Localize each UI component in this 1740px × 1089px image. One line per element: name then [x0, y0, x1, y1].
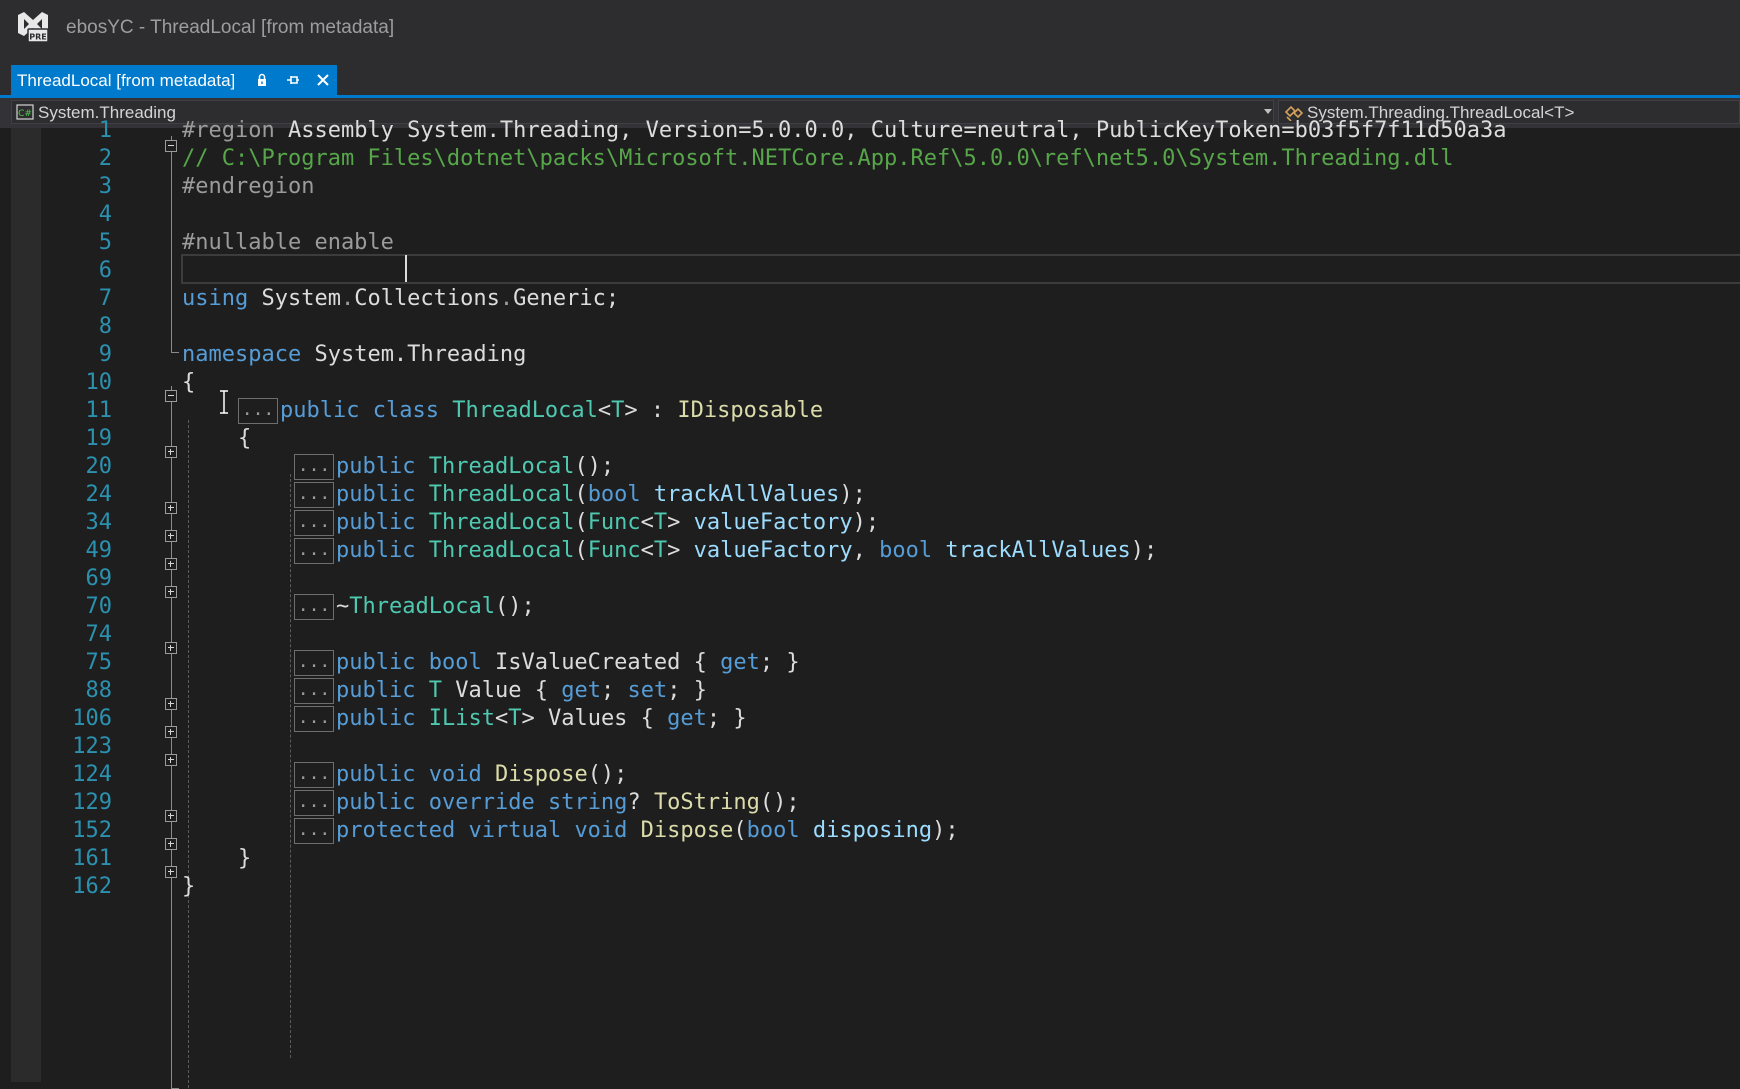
svg-text:PRE: PRE: [29, 33, 47, 42]
expand-member-toggle[interactable]: [165, 642, 177, 654]
collapse-namespace-toggle[interactable]: [165, 390, 177, 402]
line-number: 152: [72, 818, 112, 843]
code-line-19: {: [238, 426, 252, 451]
line-number: 161: [72, 846, 112, 871]
code-line-9: namespace System.Threading: [182, 342, 527, 367]
line-number: 123: [72, 734, 112, 759]
line-number: 88: [85, 678, 113, 703]
line-number: 69: [85, 566, 113, 591]
window-title: ebosYC - ThreadLocal [from metadata]: [66, 17, 395, 38]
line-number: 8: [98, 314, 112, 339]
code-line-20: ... public ThreadLocal();: [294, 451, 614, 482]
line-number: 20: [85, 454, 113, 479]
line-number: 19: [85, 426, 113, 451]
code-line-106: ... public IList<T> Values { get; }: [294, 703, 747, 734]
line-number: 3: [98, 174, 112, 199]
text-cursor-icon: [220, 390, 228, 414]
expand-member-toggle[interactable]: [165, 558, 177, 570]
collapsed-block-ellipsis[interactable]: ...: [294, 510, 334, 536]
line-number: 2: [98, 146, 112, 171]
close-icon[interactable]: [315, 72, 331, 88]
code-line-70: ... ~ThreadLocal();: [294, 591, 535, 622]
indent-guide: [290, 474, 291, 1058]
collapse-region-toggle[interactable]: [165, 140, 177, 152]
collapsed-block-ellipsis[interactable]: ...: [294, 818, 334, 844]
current-line-highlight: [181, 254, 1740, 284]
code-line-129: ... public override string? ToString();: [294, 787, 800, 818]
expand-member-toggle[interactable]: [165, 726, 177, 738]
code-line-162: }: [182, 874, 196, 899]
code-line-11: ... public class ThreadLocal<T> : IDispos…: [238, 395, 823, 426]
line-number: 70: [85, 594, 113, 619]
expand-class-toggle[interactable]: [165, 446, 177, 458]
line-number: 124: [72, 762, 112, 787]
outline-bracket-end: [171, 352, 179, 353]
line-number: 34: [85, 510, 113, 535]
code-editor[interactable]: 1 2 3 4 5 6 7 8 9 10 11 19 20 24 34 49 6…: [0, 118, 1740, 1089]
indent-guide: [188, 420, 189, 1088]
line-number: 49: [85, 538, 113, 563]
line-number: 7: [98, 286, 112, 311]
code-line-124: ... public void Dispose();: [294, 759, 627, 790]
collapsed-block-ellipsis[interactable]: ...: [294, 482, 334, 508]
code-line-161: }: [238, 846, 252, 871]
title-bar: PRE ebosYC - ThreadLocal [from metadata]: [0, 0, 1740, 58]
collapsed-block-ellipsis[interactable]: ...: [294, 762, 334, 788]
code-line-88: ... public T Value { get; set; }: [294, 675, 707, 706]
line-number: 106: [72, 706, 112, 731]
line-number: 129: [72, 790, 112, 815]
expand-member-toggle[interactable]: [165, 586, 177, 598]
expand-member-toggle[interactable]: [165, 698, 177, 710]
pin-icon[interactable]: [285, 72, 301, 88]
lock-icon: [258, 73, 266, 86]
tab-label: ThreadLocal [from metadata]: [17, 71, 236, 90]
expand-member-toggle[interactable]: [165, 502, 177, 514]
code-line-3: #endregion: [182, 174, 315, 199]
line-number: 75: [85, 650, 113, 675]
expand-member-toggle[interactable]: [165, 530, 177, 542]
line-number: 9: [98, 342, 112, 367]
code-line-2: // C:\Program Files\dotnet\packs\Microso…: [182, 146, 1454, 171]
line-number: 11: [85, 398, 113, 423]
code-line-34: ... public ThreadLocal(Func<T> valueFacto…: [294, 507, 879, 538]
code-line-24: ... public ThreadLocal(bool trackAllValue…: [294, 479, 866, 510]
code-line-5: #nullable enable: [182, 230, 394, 255]
code-line-7: using System.Collections.Generic;: [182, 286, 620, 311]
collapsed-block-ellipsis[interactable]: ...: [294, 594, 334, 620]
line-number: 5: [98, 230, 112, 255]
collapsed-block-ellipsis[interactable]: ...: [294, 538, 334, 564]
collapsed-block-ellipsis[interactable]: ...: [294, 454, 334, 480]
outline-bracket-region: [171, 136, 172, 352]
expand-member-toggle[interactable]: [165, 866, 177, 878]
code-line-1: #region Assembly System.Threading, Versi…: [182, 118, 1507, 143]
code-line-49: ... public ThreadLocal(Func<T> valueFacto…: [294, 535, 1157, 566]
code-line-10: {: [182, 370, 196, 395]
expand-member-toggle[interactable]: [165, 810, 177, 822]
line-number: 1: [98, 118, 112, 143]
code-line-75: ... public bool IsValueCreated { get; }: [294, 647, 800, 678]
tab-threadlocal-metadata[interactable]: ThreadLocal [from metadata]: [11, 65, 337, 95]
text-caret: [405, 255, 407, 282]
expand-member-toggle[interactable]: [165, 754, 177, 766]
expand-member-toggle[interactable]: [165, 838, 177, 850]
collapsed-block-ellipsis[interactable]: ...: [294, 650, 334, 676]
collapsed-block-ellipsis[interactable]: ...: [294, 706, 334, 732]
line-number: 6: [98, 258, 112, 283]
collapsed-block-ellipsis[interactable]: ...: [294, 678, 334, 704]
line-number: 162: [72, 874, 112, 899]
document-tab-strip: ThreadLocal [from metadata]: [0, 58, 1740, 98]
collapsed-block-ellipsis[interactable]: ...: [238, 398, 278, 424]
collapsed-block-ellipsis[interactable]: ...: [294, 790, 334, 816]
line-number: 74: [85, 622, 113, 647]
line-number: 4: [98, 202, 112, 227]
visual-studio-preview-logo-icon[interactable]: PRE: [16, 11, 50, 43]
line-number: 10: [85, 370, 113, 395]
code-line-152: ... protected virtual void Dispose(bool d…: [294, 815, 959, 846]
line-number: 24: [85, 482, 113, 507]
